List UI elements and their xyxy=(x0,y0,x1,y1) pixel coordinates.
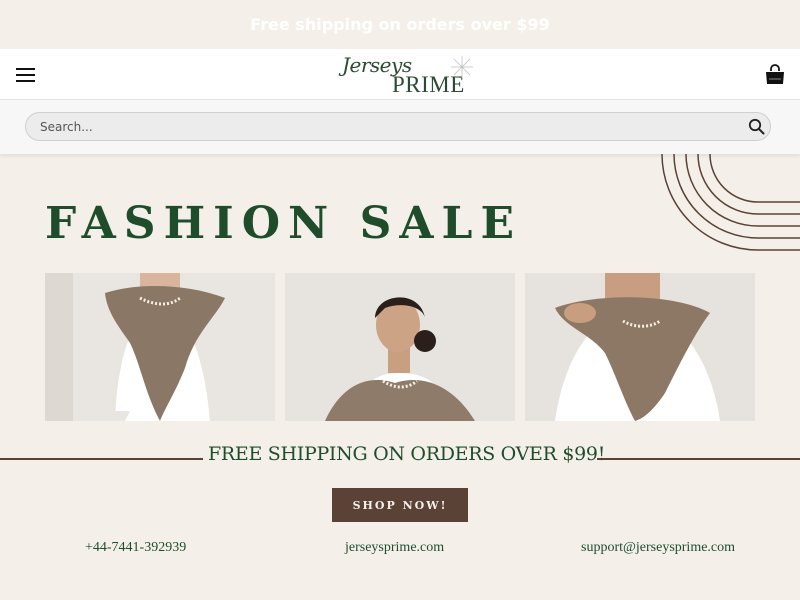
search-icon[interactable] xyxy=(748,118,765,135)
hamburger-menu-icon[interactable] xyxy=(16,68,35,82)
search-bar-area xyxy=(0,100,800,154)
banner-rule-right xyxy=(597,458,800,460)
contact-phone[interactable]: +44-7441-392939 xyxy=(85,540,186,556)
shipping-banner: FREE SHIPPING ON ORDERS OVER $99! xyxy=(208,443,606,465)
promo-bar: Free shipping on orders over $99 xyxy=(0,0,800,49)
contact-website[interactable]: jerseysprime.com xyxy=(345,540,444,556)
shopping-bag-icon[interactable] xyxy=(764,64,786,86)
sparkle-icon xyxy=(451,56,473,78)
search-box xyxy=(25,112,771,141)
banner-rule-left xyxy=(0,458,203,460)
shop-now-button[interactable]: SHOP NOW! xyxy=(332,488,468,522)
hero-title: FASHION SALE xyxy=(45,198,522,249)
hero-image-1 xyxy=(45,273,275,421)
contact-email[interactable]: support@jerseysprime.com xyxy=(581,540,735,556)
site-header: Jerseys PRIME xyxy=(0,49,800,100)
hero-image-3 xyxy=(525,273,755,421)
decorative-arcs xyxy=(661,154,800,251)
hero-image-2 xyxy=(285,273,515,421)
search-input[interactable] xyxy=(40,113,730,140)
site-logo[interactable]: Jerseys PRIME xyxy=(338,53,478,97)
promo-text: Free shipping on orders over $99 xyxy=(250,15,550,34)
